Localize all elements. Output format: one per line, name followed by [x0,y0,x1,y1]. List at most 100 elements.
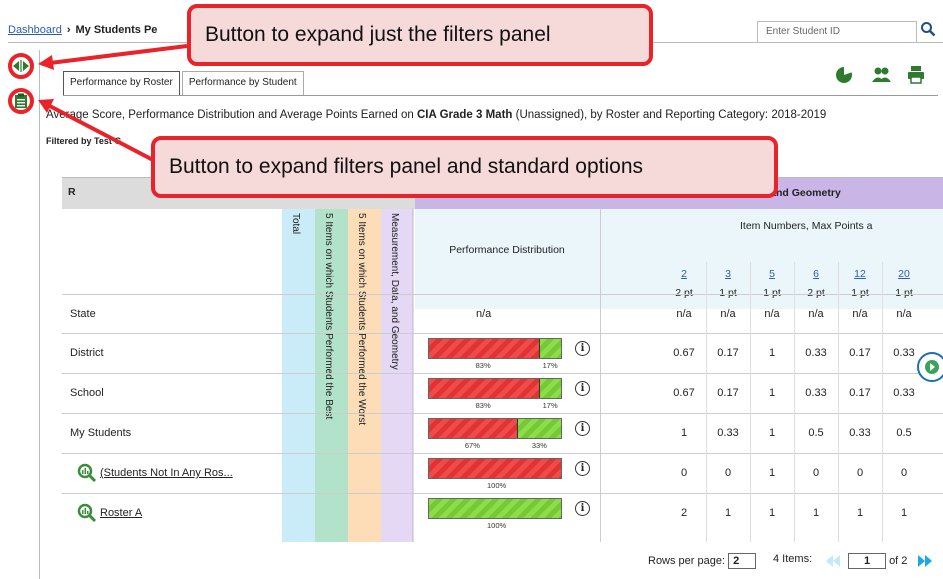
item-number-link[interactable]: 5 [750,268,794,280]
item-number-link[interactable]: 6 [794,268,838,280]
item-score-cell: 0.67 [673,387,695,399]
breadcrumb-dashboard-link[interactable]: Dashboard [8,24,62,36]
info-icon[interactable]: i [575,461,590,476]
item-score-cell: 1 [768,507,776,519]
col-total-label: Total [290,213,301,235]
item-score-cell: 0 [856,467,864,479]
item-score-cell: 1 [680,427,688,439]
item-score-cell: 1 [768,387,776,399]
column-divider [838,262,839,542]
item-number-link[interactable]: 3 [706,268,750,280]
item-score-cell: 0.33 [717,427,739,439]
item-score-cell: 0.33 [849,427,871,439]
performance-bar [428,418,562,439]
roster-link[interactable]: (Students Not In Any Ros... [100,467,233,479]
expand-filters-button[interactable] [8,53,34,79]
column-divider [750,262,751,542]
item-score-cell: 0.5 [808,427,824,439]
item-score-cell: 0.17 [849,347,871,359]
item-score-cell: 1 [900,507,908,519]
roster-link[interactable]: Roster A [100,507,142,519]
item-score-cell: n/a [764,308,780,320]
performance-distribution-na: n/a [476,308,492,320]
rows-per-page-label: Rows per page: [648,555,726,567]
roster-detail-icon[interactable] [77,463,97,483]
item-score-cell: 0.67 [673,347,695,359]
group-icon[interactable] [870,64,892,86]
breadcrumb: Dashboard › My Students Pe [8,24,157,36]
item-score-cell: 0.5 [896,427,912,439]
expand-arrows-icon [13,60,29,72]
percent-below-label: 83% [475,401,491,410]
callout-filters-only: Button to expand just the filters panel [187,4,653,66]
item-score-cell: 0.33 [893,387,915,399]
percent-above-label: 33% [531,441,547,450]
item-score-cell: 1 [724,507,732,519]
item-score-cell: 0.33 [805,347,827,359]
item-count: 4 Items: [773,553,813,565]
performance-bar-below [429,339,539,358]
pie-chart-icon[interactable] [833,64,855,86]
report-title-pre: Average Score, Performance Distribution … [46,109,417,121]
performance-bar-below [429,419,518,438]
item-score-cell: n/a [720,308,736,320]
item-number-link[interactable]: 20 [882,268,926,280]
search-button[interactable] [920,21,943,43]
item-number-link[interactable]: 12 [838,268,882,280]
info-icon[interactable]: i [575,501,590,516]
info-icon[interactable]: i [575,341,590,356]
item-score-cell: 0 [900,467,908,479]
col-best-label: 5 Items on which Students Performed the … [323,213,334,420]
item-score-cell: 1 [768,467,776,479]
roster-detail-icon[interactable] [77,503,97,523]
performance-bar-at-above [429,499,561,518]
page-input[interactable]: 1 [848,553,886,569]
row-divider [62,413,943,414]
percent-below-label: 100% [487,481,507,490]
clipboard-icon [15,93,27,108]
info-icon[interactable]: i [575,381,590,396]
column-divider [412,208,413,542]
performance-bar [428,498,562,519]
tab-performance-by-student[interactable]: Performance by Student [181,71,304,95]
expand-filters-options-button[interactable] [8,88,34,114]
item-score-cell: 0 [812,467,820,479]
arrow-right-icon [925,360,939,374]
row-divider [62,493,943,494]
rows-per-page-input[interactable]: 2 [728,553,757,569]
item-number-link[interactable]: 2 [662,268,706,280]
row-label: District [70,347,104,359]
item-score-cell: n/a [676,308,692,320]
performance-bar-at-above [538,339,561,358]
side-panel [8,50,40,579]
item-max-points: 1 pt [895,287,913,299]
prev-page-icon[interactable] [826,555,840,567]
filtered-by: Filtered by Test G [46,136,122,146]
scroll-right-button[interactable] [917,352,943,382]
tab-performance-by-roster[interactable]: Performance by Roster [63,71,180,95]
item-max-points: 2 pt [807,287,825,299]
callout-filters-and-options: Button to expand filters panel and stand… [151,136,778,198]
percent-below-label: 83% [475,361,491,370]
column-divider [882,262,883,542]
performance-distribution-header: Performance Distribution [449,244,565,256]
row-divider [62,333,943,334]
performance-bar [428,378,562,399]
row-divider [62,294,943,295]
search-icon [921,22,936,37]
item-score-cell: 1 [768,347,776,359]
tab-divider [63,95,938,96]
student-id-input[interactable]: Enter Student ID [757,21,917,43]
next-page-icon[interactable] [918,555,932,567]
report-title-post: (Unassigned), by Roster and Reporting Ca… [512,109,827,121]
item-numbers-header: Item Numbers, Max Points a [740,220,873,232]
info-icon[interactable]: i [575,421,590,436]
performance-bar-at-above [538,379,561,398]
item-score-cell: 1 [812,507,820,519]
performance-bar-below [429,459,561,478]
percent-below-label: 67% [464,441,480,450]
callout-arrowhead-1 [38,55,54,70]
item-max-points: 1 pt [851,287,869,299]
performance-bar [428,338,562,359]
print-icon[interactable] [905,64,927,86]
